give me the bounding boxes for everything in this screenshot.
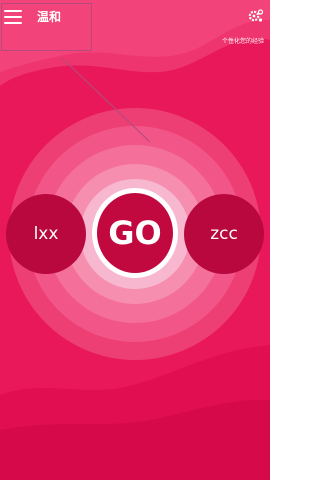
page-title: 温和 (37, 10, 62, 24)
settings-tooltip: 个性化您的经验 (221, 38, 264, 45)
left-player-button[interactable]: lxx (6, 194, 86, 274)
hamburger-menu-icon[interactable] (4, 10, 22, 24)
app-screen: 温和 个性化您的经验 lxx zcc GO (0, 0, 270, 480)
go-button[interactable]: GO (97, 193, 173, 273)
gear-icon[interactable] (248, 8, 264, 24)
right-player-button[interactable]: zcc (184, 194, 264, 274)
